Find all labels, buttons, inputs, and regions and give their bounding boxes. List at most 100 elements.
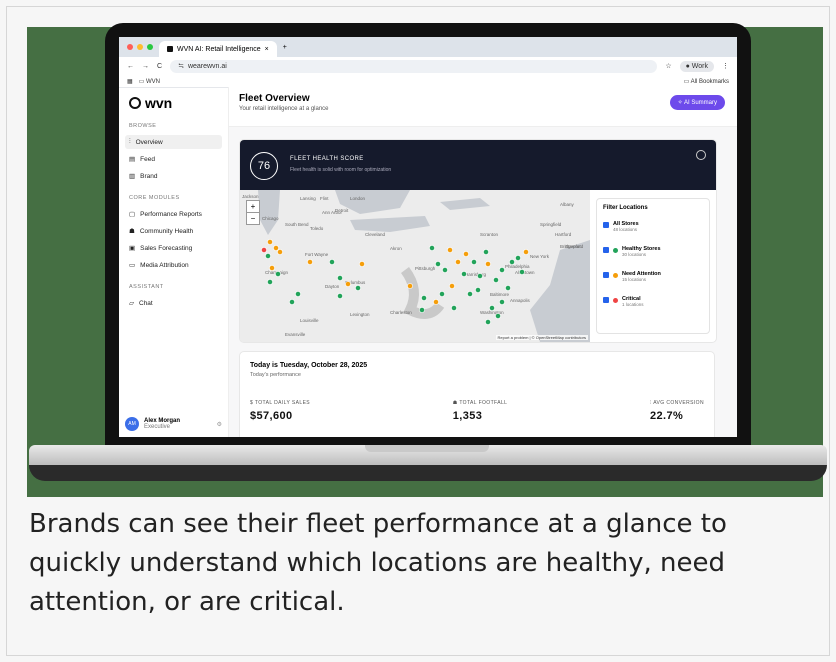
filter-healthy-stores[interactable]: Healthy Stores 30 locations bbox=[603, 246, 703, 257]
store-marker[interactable] bbox=[499, 267, 505, 273]
store-marker[interactable] bbox=[439, 291, 445, 297]
checkbox[interactable] bbox=[603, 297, 609, 303]
store-marker[interactable] bbox=[485, 319, 491, 325]
all-bookmarks-label: All Bookmarks bbox=[690, 78, 729, 85]
sidebar-item-sales-forecasting[interactable]: ▣ Sales Forecasting bbox=[125, 241, 222, 255]
menu-icon[interactable]: ⋮ bbox=[722, 62, 729, 70]
filter-need-attention[interactable]: Need Attention 15 locations bbox=[603, 271, 703, 282]
store-marker[interactable] bbox=[289, 299, 295, 305]
store-marker[interactable] bbox=[275, 271, 281, 277]
checkbox[interactable] bbox=[603, 247, 609, 253]
forward-icon[interactable]: → bbox=[142, 63, 149, 70]
store-marker[interactable] bbox=[455, 259, 461, 265]
store-marker[interactable] bbox=[523, 249, 529, 255]
store-marker[interactable] bbox=[267, 239, 273, 245]
store-marker[interactable] bbox=[447, 247, 453, 253]
store-marker[interactable] bbox=[449, 283, 455, 289]
ai-summary-button[interactable]: ✧ AI Summary bbox=[669, 95, 725, 110]
store-marker[interactable] bbox=[489, 305, 495, 311]
store-marker[interactable] bbox=[261, 247, 267, 253]
store-marker[interactable] bbox=[451, 305, 457, 311]
sidebar-item-brand[interactable]: ▥ Brand bbox=[125, 169, 222, 183]
minimize-window-icon[interactable] bbox=[137, 44, 143, 50]
profile-chip[interactable]: ● Work bbox=[679, 60, 714, 72]
sidebar-item-media-attribution[interactable]: ▭ Media Attribution bbox=[125, 258, 222, 272]
fleet-health-card: 76 FLEET HEALTH SCORE Fleet health is so… bbox=[239, 139, 717, 343]
apps-icon[interactable]: ▦ bbox=[127, 78, 133, 85]
info-icon[interactable] bbox=[696, 150, 706, 160]
tab-title: WVN AI: Retail Intelligence bbox=[177, 45, 261, 53]
store-marker[interactable] bbox=[295, 291, 301, 297]
store-marker[interactable] bbox=[509, 259, 515, 265]
store-marker[interactable] bbox=[277, 249, 283, 255]
checkbox[interactable] bbox=[603, 272, 609, 278]
store-marker[interactable] bbox=[267, 279, 273, 285]
store-marker[interactable] bbox=[493, 277, 499, 283]
close-window-icon[interactable] bbox=[127, 44, 133, 50]
store-marker[interactable] bbox=[515, 255, 521, 261]
store-marker[interactable] bbox=[475, 287, 481, 293]
checkbox[interactable] bbox=[603, 222, 609, 228]
store-marker[interactable] bbox=[483, 249, 489, 255]
address-bar[interactable]: ≒ wearewvn.ai bbox=[170, 59, 658, 73]
store-marker[interactable] bbox=[337, 293, 343, 299]
all-bookmarks[interactable]: ▭ All Bookmarks bbox=[684, 78, 729, 85]
store-marker[interactable] bbox=[463, 251, 469, 257]
store-marker[interactable] bbox=[471, 259, 477, 265]
back-icon[interactable]: ← bbox=[127, 63, 134, 70]
store-marker[interactable] bbox=[345, 281, 351, 287]
store-marker[interactable] bbox=[419, 307, 425, 313]
store-marker[interactable] bbox=[429, 245, 435, 251]
store-marker[interactable] bbox=[435, 261, 441, 267]
store-marker[interactable] bbox=[495, 313, 501, 319]
store-marker[interactable] bbox=[307, 259, 313, 265]
site-info-icon[interactable]: ≒ bbox=[178, 62, 184, 70]
map-attribution[interactable]: Report a problem | © OpenStreetMap contr… bbox=[495, 335, 588, 340]
metric-label: TOTAL FOOTFALL bbox=[459, 400, 508, 406]
store-marker[interactable] bbox=[421, 295, 427, 301]
new-tab-button[interactable]: + bbox=[283, 44, 287, 51]
store-marker[interactable] bbox=[477, 273, 483, 279]
user-profile[interactable]: AM Alex Morgan Executive ⚙ bbox=[125, 417, 222, 431]
sidebar-item-feed[interactable]: ▤ Feed bbox=[125, 152, 222, 166]
reload-icon[interactable]: C bbox=[157, 63, 162, 70]
sidebar-item-chat[interactable]: ▱ Chat bbox=[125, 296, 222, 310]
sidebar-item-performance-reports[interactable]: ▢ Performance Reports bbox=[125, 207, 222, 221]
bookmark-folder[interactable]: ▭ WVN bbox=[139, 78, 160, 85]
logo[interactable]: wvn bbox=[125, 95, 222, 111]
store-marker[interactable] bbox=[467, 291, 473, 297]
store-marker[interactable] bbox=[505, 285, 511, 291]
settings-icon[interactable]: ⚙ bbox=[217, 421, 222, 428]
zoom-in-button[interactable]: + bbox=[247, 201, 259, 213]
city-label: South Bend bbox=[285, 222, 309, 227]
city-label: Baltimore bbox=[490, 292, 510, 297]
store-marker[interactable] bbox=[329, 259, 335, 265]
filter-critical[interactable]: Critical 1 locations bbox=[603, 296, 703, 307]
store-marker[interactable] bbox=[355, 285, 361, 291]
store-map[interactable]: Jackson Lansing Flint London Detroit Ann Arbo… bbox=[240, 190, 590, 342]
browser-tab[interactable]: WVN AI: Retail Intelligence × bbox=[159, 41, 277, 57]
store-marker[interactable] bbox=[499, 299, 505, 305]
store-marker[interactable] bbox=[433, 299, 439, 305]
store-marker[interactable] bbox=[442, 267, 448, 273]
map-canvas[interactable]: Jackson Lansing Flint LondonDetroitAnn Arbo… bbox=[240, 190, 590, 342]
window-controls[interactable] bbox=[127, 44, 153, 50]
store-marker[interactable] bbox=[407, 283, 413, 289]
sidebar-item-community-health[interactable]: ☗ Community Health bbox=[125, 224, 222, 238]
profile-label: Work bbox=[691, 62, 708, 70]
store-marker[interactable] bbox=[265, 253, 271, 259]
store-marker[interactable] bbox=[519, 269, 525, 275]
sidebar-item-overview[interactable]: ⫶ Overview bbox=[125, 135, 222, 149]
city-label: Lansing bbox=[300, 196, 316, 201]
store-marker[interactable] bbox=[269, 265, 275, 271]
store-marker[interactable] bbox=[337, 275, 343, 281]
store-marker[interactable] bbox=[461, 271, 467, 277]
store-marker[interactable] bbox=[359, 261, 365, 267]
store-marker[interactable] bbox=[485, 261, 491, 267]
filter-all-stores[interactable]: All Stores 48 locations bbox=[603, 221, 703, 232]
zoom-out-button[interactable]: − bbox=[247, 213, 259, 224]
close-tab-icon[interactable]: × bbox=[265, 46, 269, 53]
maximize-window-icon[interactable] bbox=[147, 44, 153, 50]
bookmark-star-icon[interactable]: ☆ bbox=[665, 62, 671, 70]
store-marker[interactable] bbox=[273, 245, 279, 251]
